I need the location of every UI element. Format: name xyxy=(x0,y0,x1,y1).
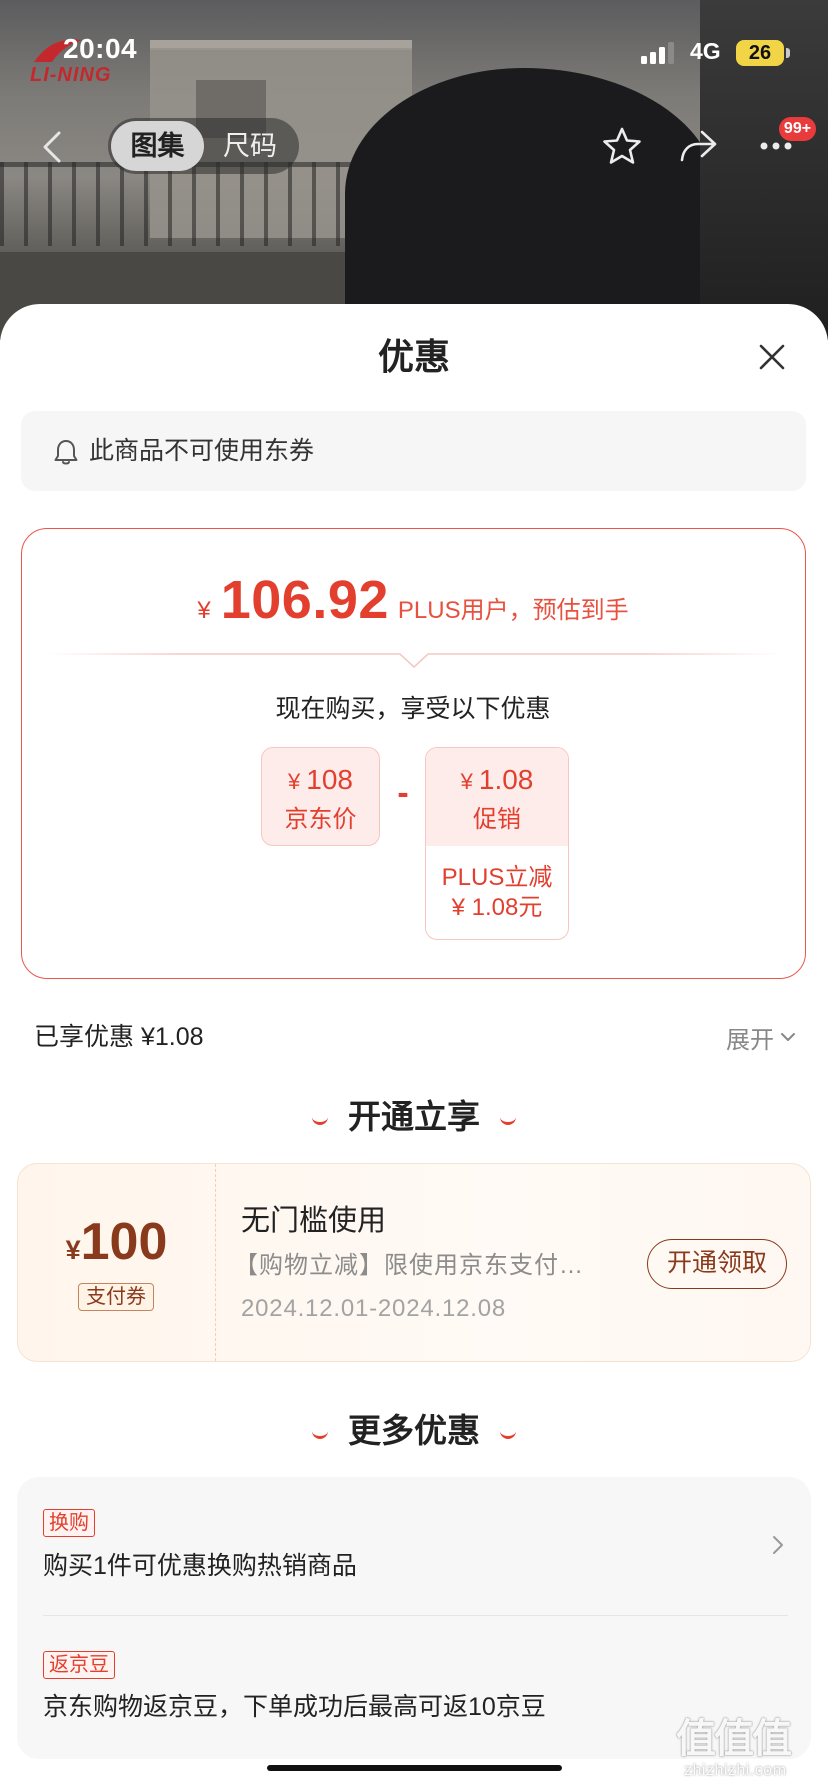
share-icon[interactable] xyxy=(678,128,718,164)
battery-nub xyxy=(786,48,790,58)
promo-discount-currency: ¥ xyxy=(460,769,473,794)
coupon-title: 无门槛使用 xyxy=(241,1205,387,1237)
open-section-title: 开通立享 xyxy=(348,1098,480,1135)
price-subtitle: 现在购买，享受以下优惠 xyxy=(275,695,551,723)
offer-tag-exchange: 换购 xyxy=(43,1509,95,1537)
battery-icon: 26 xyxy=(736,40,784,66)
brand-logo-text: LI-NING xyxy=(30,64,112,86)
minus-operator: - xyxy=(397,774,409,812)
status-time: 20:04 xyxy=(63,33,138,64)
gallery-tabs: 图集 尺码 xyxy=(108,118,299,174)
home-indicator xyxy=(267,1765,562,1771)
network-type: 4G xyxy=(690,38,721,64)
bell-icon xyxy=(54,440,78,465)
heading-accent-left xyxy=(312,1430,328,1439)
chevron-left-icon[interactable] xyxy=(40,130,64,164)
signal-icon xyxy=(641,42,674,64)
tab-gallery[interactable]: 图集 xyxy=(111,121,204,171)
jd-price-label: 京东价 xyxy=(284,806,357,833)
price-note: PLUS用户，预估到手 xyxy=(397,597,629,624)
expand-button[interactable]: 展开 xyxy=(726,1020,796,1054)
price-currency: ¥ xyxy=(197,597,211,624)
close-icon[interactable] xyxy=(758,343,786,371)
coupon-notice-text: 此商品不可使用东券 xyxy=(89,437,315,465)
watermark-logo: 值值值 xyxy=(676,1717,792,1761)
price-divider xyxy=(46,653,782,669)
offer-text-jd-beans: 京东购物返京豆，下单成功后最高可返10京豆 xyxy=(43,1693,546,1721)
jd-price-box: ¥108 京东价 xyxy=(261,747,380,846)
estimated-price: ¥ 106.92 PLUS用户，预估到手 xyxy=(22,569,804,633)
coupon-description: 【购物立减】限使用京东支付… xyxy=(234,1252,584,1279)
activate-claim-button[interactable]: 开通领取 xyxy=(647,1239,787,1289)
plus-discount-amount: ¥ 1.08元 xyxy=(451,894,543,921)
message-count-badge: 99+ xyxy=(779,117,816,141)
coupon-amount: ¥100 xyxy=(18,1212,215,1272)
sheet-title: 优惠 xyxy=(377,336,450,377)
heading-accent-left xyxy=(312,1116,328,1125)
payment-coupon-card: ¥100 支付券 无门槛使用 【购物立减】限使用京东支付… 2024.12.01… xyxy=(17,1163,811,1362)
promo-discount-amount: 1.08 xyxy=(478,764,534,795)
plus-discount-title: PLUS立减 xyxy=(441,864,553,891)
chevron-down-icon xyxy=(781,1033,795,1041)
coupon-value: 100 xyxy=(80,1213,168,1271)
tab-size[interactable]: 尺码 xyxy=(204,121,296,171)
jd-price-amount: 108 xyxy=(306,764,353,795)
jd-price-currency: ¥ xyxy=(288,769,301,794)
coupon-currency: ¥ xyxy=(65,1235,81,1265)
price-amount: 106.92 xyxy=(220,570,389,630)
promo-discount-label: 促销 xyxy=(473,806,521,833)
coupon-type-tag: 支付券 xyxy=(78,1283,154,1311)
watermark-site: zhizhizhi.com xyxy=(684,1762,787,1779)
price-breakdown-card: ¥ 106.92 PLUS用户，预估到手 现在购买，享受以下优惠 ¥108 京东… xyxy=(21,528,806,979)
promo-discount-value: ¥1.08 xyxy=(426,762,568,803)
star-icon[interactable] xyxy=(602,126,642,166)
coupon-notice: 此商品不可使用东券 xyxy=(21,411,806,491)
discount-sheet: 优惠 此商品不可使用东券 ¥ 106.92 PLUS用户，预估到手 现在购买，享… xyxy=(0,304,828,1792)
promo-discount-box: ¥1.08 促销 PLUS立减 ¥ 1.08元 xyxy=(425,747,569,940)
offer-divider xyxy=(43,1615,788,1616)
photo-jacket-figure xyxy=(345,68,717,340)
more-section-title: 更多优惠 xyxy=(348,1412,480,1449)
offer-text-exchange[interactable]: 购买1件可优惠换购热销商品 xyxy=(43,1549,357,1583)
battery-level: 26 xyxy=(748,42,772,64)
coupon-validity: 2024.12.01-2024.12.08 xyxy=(241,1295,507,1322)
chevron-right-icon[interactable] xyxy=(772,1535,784,1555)
more-section-heading: 更多优惠 xyxy=(0,1410,828,1452)
jd-price-value: ¥108 xyxy=(262,762,379,803)
offer-tag-jd-beans: 返京豆 xyxy=(43,1651,115,1679)
open-section-heading: 开通立享 xyxy=(0,1096,828,1138)
heading-accent-right xyxy=(500,1430,516,1439)
coupon-divider xyxy=(215,1164,216,1361)
expand-label: 展开 xyxy=(726,1026,774,1054)
applied-discount-summary: 已享优惠 ¥1.08 xyxy=(34,1023,204,1051)
more-icon[interactable] xyxy=(760,141,792,151)
heading-accent-right xyxy=(500,1116,516,1125)
